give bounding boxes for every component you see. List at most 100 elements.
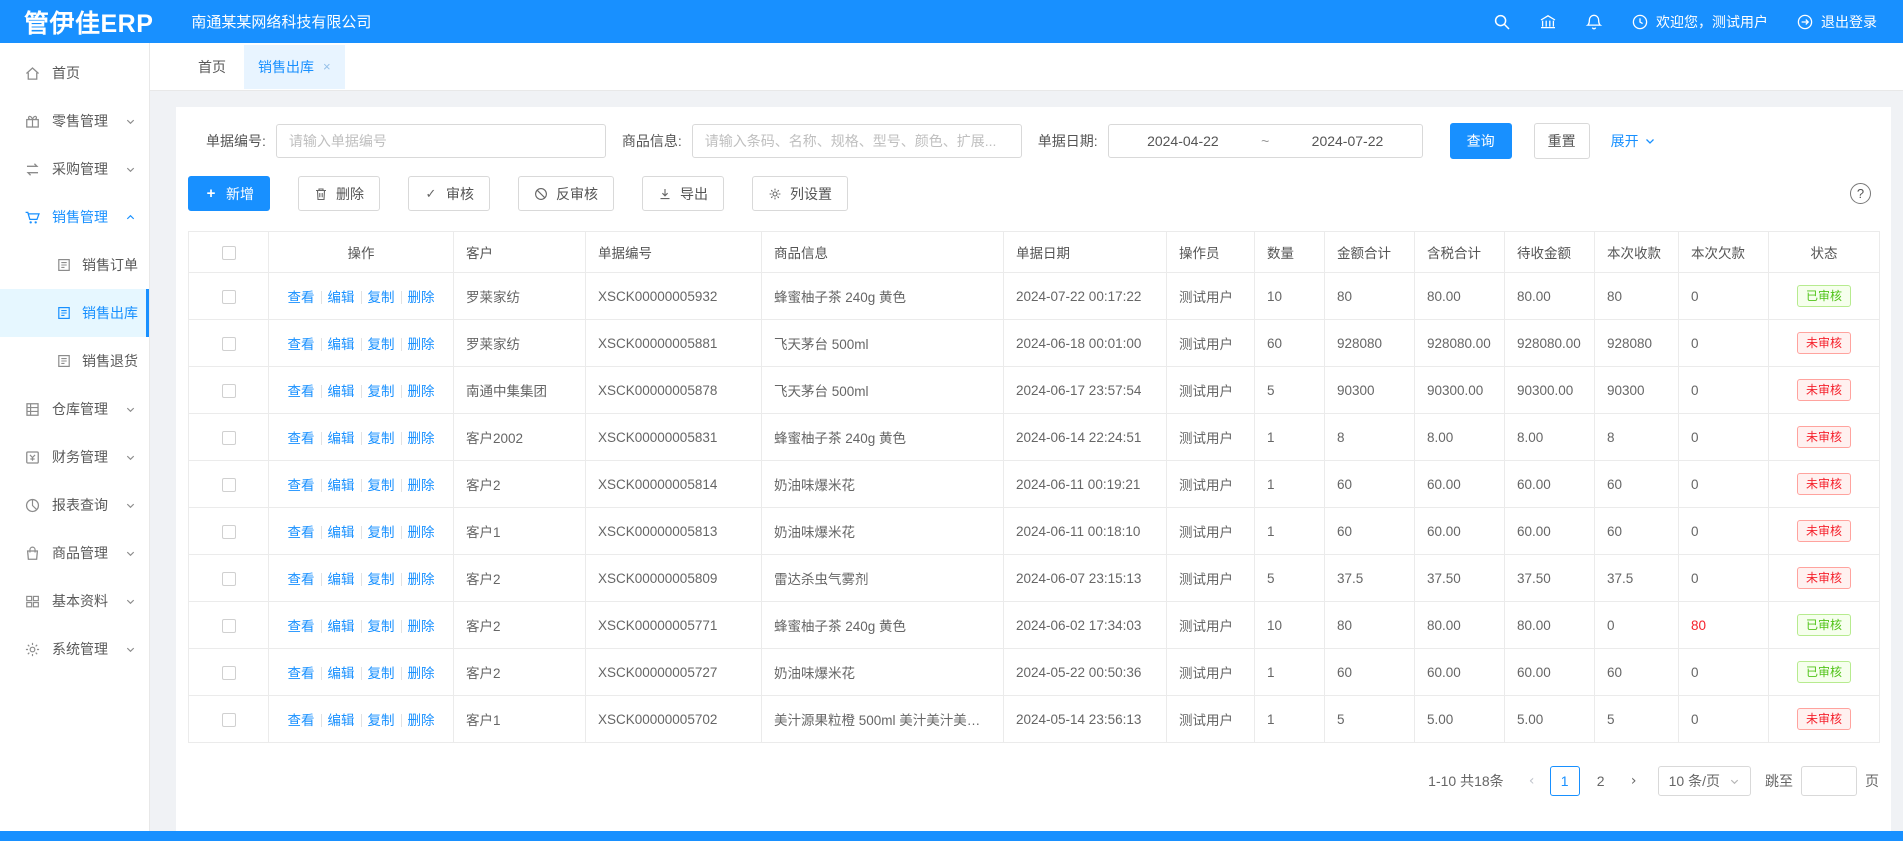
row-checkbox[interactable] — [222, 384, 236, 398]
sidebar-item-products[interactable]: 商品管理 — [0, 529, 149, 577]
row-checkbox[interactable] — [222, 666, 236, 680]
cell-bill-no: XSCK00000005881 — [586, 320, 762, 367]
bell-icon[interactable] — [1585, 13, 1603, 31]
jump-to-input[interactable] — [1801, 766, 1857, 796]
search-button[interactable]: 查询 — [1450, 123, 1512, 159]
row-action-delete[interactable]: 删除 — [408, 666, 435, 681]
row-action-delete[interactable]: 删除 — [408, 478, 435, 493]
row-action-copy[interactable]: 复制 — [368, 478, 395, 493]
date-start[interactable]: 2024-04-22 — [1109, 133, 1257, 149]
row-action-edit[interactable]: 编辑 — [328, 290, 355, 305]
sidebar-item-finance[interactable]: 财务管理 — [0, 433, 149, 481]
row-checkbox[interactable] — [222, 290, 236, 304]
row-action-copy[interactable]: 复制 — [368, 666, 395, 681]
row-action-delete[interactable]: 删除 — [408, 431, 435, 446]
outbound-table: 操作客户单据编号商品信息单据日期操作员数量金额合计含税合计待收金额本次收款本次欠… — [188, 231, 1880, 743]
row-action-edit[interactable]: 编辑 — [328, 478, 355, 493]
row-action-edit[interactable]: 编辑 — [328, 431, 355, 446]
row-action-delete[interactable]: 删除 — [408, 337, 435, 352]
sidebar-item-sales-outbound[interactable]: 销售出库 — [0, 289, 149, 337]
select-all-checkbox[interactable] — [222, 246, 236, 260]
row-action-view[interactable]: 查看 — [288, 337, 315, 352]
row-action-delete[interactable]: 删除 — [408, 713, 435, 728]
sidebar-item-sales-order[interactable]: 销售订单 — [0, 241, 149, 289]
sidebar-item-retail[interactable]: 零售管理 — [0, 97, 149, 145]
bank-icon[interactable] — [1539, 13, 1557, 31]
prev-page-button[interactable]: ‹ — [1518, 766, 1546, 796]
row-action-copy[interactable]: 复制 — [368, 713, 395, 728]
sidebar-item-purchase[interactable]: 采购管理 — [0, 145, 149, 193]
row-checkbox[interactable] — [222, 337, 236, 351]
delete-button[interactable]: 删除 — [298, 176, 380, 211]
row-checkbox[interactable] — [222, 525, 236, 539]
row-action-view[interactable]: 查看 — [288, 666, 315, 681]
user-welcome[interactable]: 欢迎您，测试用户 — [1631, 12, 1768, 32]
row-action-copy[interactable]: 复制 — [368, 431, 395, 446]
row-action-copy[interactable]: 复制 — [368, 290, 395, 305]
row-action-view[interactable]: 查看 — [288, 619, 315, 634]
row-action-copy[interactable]: 复制 — [368, 572, 395, 587]
row-action-edit[interactable]: 编辑 — [328, 666, 355, 681]
column-settings-button[interactable]: 列设置 — [752, 176, 848, 211]
row-checkbox[interactable] — [222, 478, 236, 492]
row-action-edit[interactable]: 编辑 — [328, 572, 355, 587]
row-action-edit[interactable]: 编辑 — [328, 525, 355, 540]
row-checkbox[interactable] — [222, 572, 236, 586]
row-action-edit[interactable]: 编辑 — [328, 337, 355, 352]
help-icon[interactable]: ? — [1850, 183, 1871, 204]
expand-toggle[interactable]: 展开 — [1611, 131, 1656, 151]
row-action-view[interactable]: 查看 — [288, 572, 315, 587]
reset-button[interactable]: 重置 — [1534, 123, 1590, 159]
row-action-edit[interactable]: 编辑 — [328, 713, 355, 728]
row-action-delete[interactable]: 删除 — [408, 525, 435, 540]
cell-amount: 5 — [1325, 696, 1415, 743]
row-action-view[interactable]: 查看 — [288, 478, 315, 493]
jump-page-suffix: 页 — [1865, 771, 1879, 791]
product-info-input[interactable] — [692, 124, 1022, 158]
row-action-view[interactable]: 查看 — [288, 525, 315, 540]
row-action-copy[interactable]: 复制 — [368, 337, 395, 352]
row-action-delete[interactable]: 删除 — [408, 619, 435, 634]
row-action-view[interactable]: 查看 — [288, 384, 315, 399]
row-checkbox[interactable] — [222, 619, 236, 633]
sidebar-item-sales-return[interactable]: 销售退货 — [0, 337, 149, 385]
search-icon[interactable] — [1493, 13, 1511, 31]
sidebar-item-label: 销售出库 — [82, 303, 138, 323]
add-button[interactable]: + 新增 — [188, 176, 270, 211]
row-action-delete[interactable]: 删除 — [408, 290, 435, 305]
sidebar-item-sales[interactable]: 销售管理 — [0, 193, 149, 241]
tab-sales-outbound[interactable]: 销售出库 × — [244, 45, 345, 89]
row-checkbox[interactable] — [222, 431, 236, 445]
row-action-edit[interactable]: 编辑 — [328, 384, 355, 399]
audit-button[interactable]: ✓ 审核 — [408, 176, 490, 211]
unaudit-button[interactable]: 反审核 — [518, 176, 614, 211]
sidebar-item-reports[interactable]: 报表查询 — [0, 481, 149, 529]
date-end[interactable]: 2024-07-22 — [1273, 133, 1421, 149]
logout-button[interactable]: 退出登录 — [1796, 12, 1877, 32]
trash-icon — [314, 187, 328, 201]
page-button-2[interactable]: 2 — [1586, 766, 1616, 796]
row-action-view[interactable]: 查看 — [288, 290, 315, 305]
close-icon[interactable]: × — [323, 59, 331, 74]
next-page-button[interactable]: › — [1620, 766, 1648, 796]
row-action-edit[interactable]: 编辑 — [328, 619, 355, 634]
page-button-1[interactable]: 1 — [1550, 766, 1580, 796]
row-action-view[interactable]: 查看 — [288, 431, 315, 446]
bill-no-input[interactable] — [276, 124, 606, 158]
sidebar-item-warehouse[interactable]: 仓库管理 — [0, 385, 149, 433]
row-action-delete[interactable]: 删除 — [408, 384, 435, 399]
row-action-copy[interactable]: 复制 — [368, 525, 395, 540]
sidebar-item-system[interactable]: 系统管理 — [0, 625, 149, 673]
row-action-view[interactable]: 查看 — [288, 713, 315, 728]
row-checkbox[interactable] — [222, 713, 236, 727]
row-action-delete[interactable]: 删除 — [408, 572, 435, 587]
sidebar-item-basic-data[interactable]: 基本资料 — [0, 577, 149, 625]
row-action-copy[interactable]: 复制 — [368, 384, 395, 399]
page-size-select[interactable]: 10 条/页 — [1658, 766, 1751, 796]
export-button[interactable]: 导出 — [642, 176, 724, 211]
date-range-picker[interactable]: 2024-04-22 ~ 2024-07-22 — [1108, 124, 1423, 158]
row-action-copy[interactable]: 复制 — [368, 619, 395, 634]
cell-tax-total: 80.00 — [1415, 273, 1505, 320]
tab-home[interactable]: 首页 — [180, 45, 244, 89]
sidebar-item-home[interactable]: 首页 — [0, 49, 149, 97]
